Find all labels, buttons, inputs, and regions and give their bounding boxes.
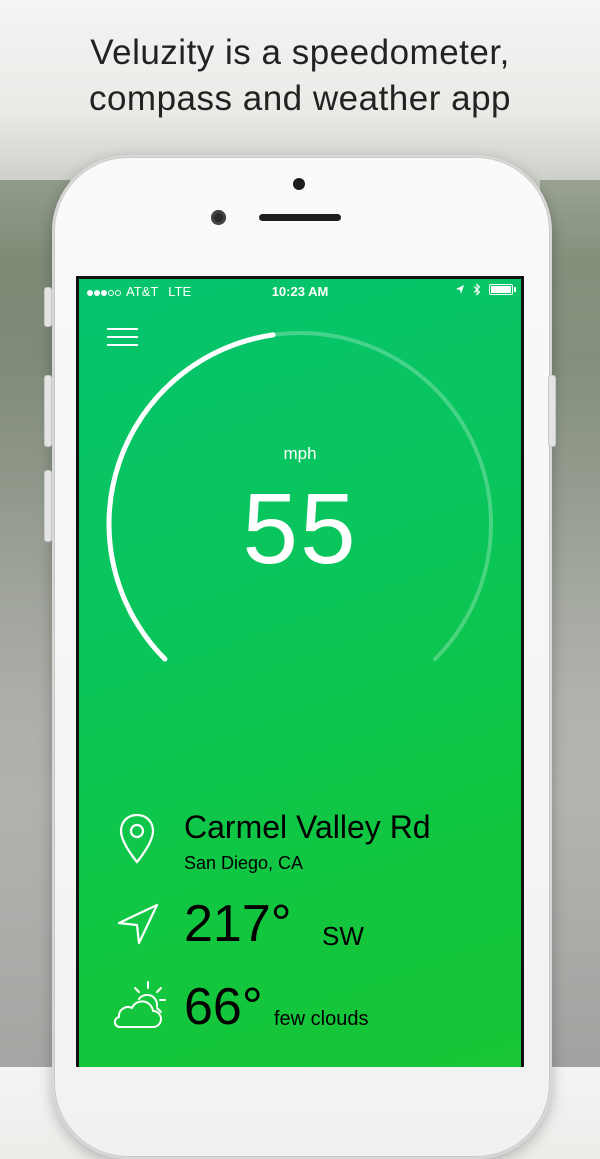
location-pin-icon (119, 813, 155, 864)
street-name: Carmel Valley Rd (184, 809, 431, 845)
heading-degrees: 217° (184, 895, 292, 953)
phone-mute-switch (44, 287, 52, 327)
heading-direction: SW (322, 921, 364, 951)
navigation-arrow-icon (117, 903, 159, 945)
phone-earpiece (259, 214, 341, 221)
headline-line-1: Veluzity is a speedometer, (90, 33, 510, 72)
phone-volume-down (44, 470, 52, 542)
phone-volume-up (44, 375, 52, 447)
app-screen: AT&T LTE 10:23 AM mph 55 Carmel Valley R… (79, 279, 521, 1067)
phone-sensor (293, 178, 305, 190)
headline-line-2: compass and weather app (88, 79, 512, 118)
temperature-value: 66° (184, 978, 263, 1036)
weather-condition: few clouds (274, 1008, 369, 1030)
promo-headline: Veluzity is a speedometer, compass and w… (0, 30, 600, 122)
speed-value: 55 (242, 473, 358, 585)
phone-screen: AT&T LTE 10:23 AM mph 55 Carmel Valley R… (76, 276, 524, 1067)
phone-power-button (548, 375, 556, 447)
partly-cloudy-icon (113, 981, 166, 1029)
phone-front-camera (211, 210, 226, 225)
city-name: San Diego, CA (184, 853, 304, 873)
speed-unit: mph (283, 444, 317, 463)
